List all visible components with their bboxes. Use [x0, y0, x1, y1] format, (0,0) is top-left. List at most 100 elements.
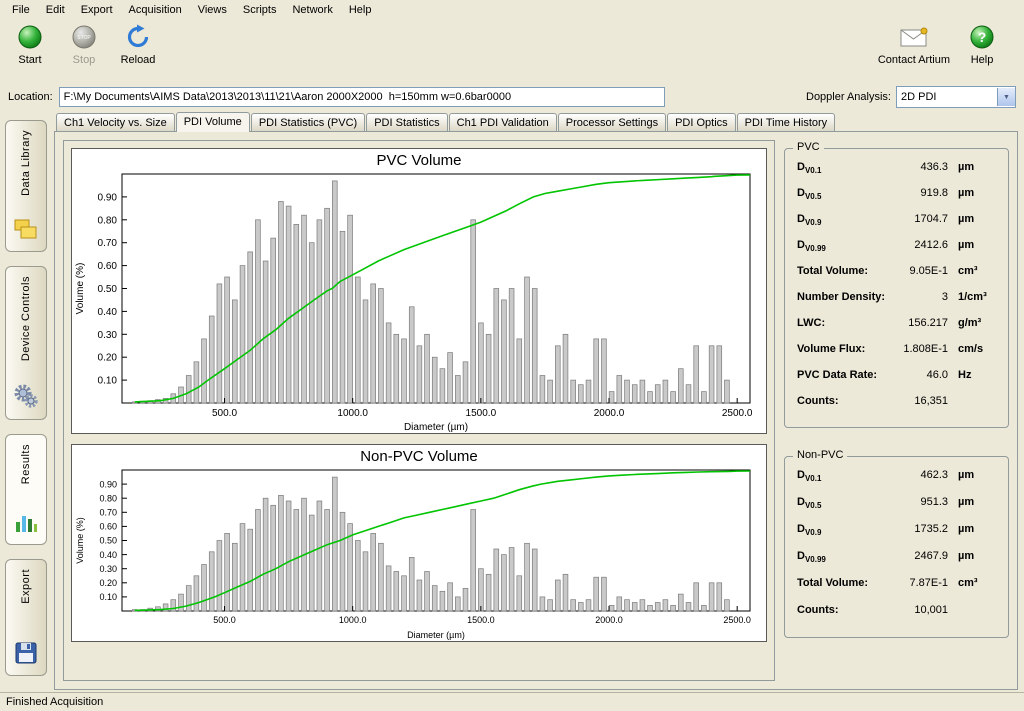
svg-text:Diameter (µm): Diameter (µm) — [407, 630, 465, 640]
stop-label: Stop — [73, 54, 96, 66]
main-area: Data Library Device Controls — [0, 110, 1024, 692]
tab-pdi-optics[interactable]: PDI Optics — [667, 113, 736, 131]
application-window: File Edit Export Acquisition Views Scrip… — [0, 0, 1024, 711]
stat-unit: cm/s — [958, 343, 998, 355]
doppler-analysis-select[interactable]: 2D PDI ▼ — [896, 86, 1016, 108]
svg-text:1000.0: 1000.0 — [337, 408, 368, 419]
location-input[interactable] — [59, 87, 665, 107]
stat-value: 1704.7 — [821, 213, 948, 225]
sidebar-item-label: Data Library — [20, 130, 32, 196]
stat-row-total-volume: Total Volume: 7.87E-1 cm³ — [797, 577, 998, 604]
stat-label: DV0.1 — [797, 161, 821, 175]
stat-value: 919.8 — [821, 187, 948, 199]
start-button[interactable]: Start — [8, 22, 52, 66]
stat-value: 156.217 — [825, 317, 948, 329]
svg-text:STOP: STOP — [77, 35, 91, 41]
stat-label: LWC: — [797, 317, 825, 331]
chevron-down-icon[interactable]: ▼ — [997, 88, 1015, 106]
sidebar-item-data-library[interactable]: Data Library — [5, 120, 47, 252]
stat-unit: cm³ — [958, 265, 998, 277]
stat-label: DV0.5 — [797, 496, 821, 510]
svg-text:0.70: 0.70 — [99, 507, 117, 517]
svg-text:0.40: 0.40 — [99, 550, 117, 560]
stat-row-dv05: DV0.5 951.3 µm — [797, 496, 998, 523]
stat-label: DV0.99 — [797, 550, 826, 564]
tab-pdi-time-history[interactable]: PDI Time History — [737, 113, 836, 131]
pvc-volume-chart-title: PVC Volume — [72, 149, 766, 169]
stat-unit: g/m³ — [958, 317, 998, 329]
svg-text:0.30: 0.30 — [98, 330, 118, 341]
stat-row-dv09: DV0.9 1704.7 µm — [797, 213, 998, 239]
tab-pdi-statistics[interactable]: PDI Statistics — [366, 113, 447, 131]
sidebar-item-device-controls[interactable]: Device Controls — [5, 266, 47, 420]
stat-row-number-density: Number Density: 3 1/cm³ — [797, 291, 998, 317]
tab-ch1-pdi-validation[interactable]: Ch1 PDI Validation — [449, 113, 557, 131]
stat-row-dv01: DV0.1 462.3 µm — [797, 469, 998, 496]
svg-text:0.70: 0.70 — [98, 238, 118, 249]
stop-icon: STOP — [71, 22, 97, 52]
stat-row-dv099: DV0.99 2467.9 µm — [797, 550, 998, 577]
menu-scripts[interactable]: Scripts — [235, 2, 285, 18]
stat-label: DV0.99 — [797, 239, 826, 253]
location-label: Location: — [8, 91, 53, 103]
statistics-panel: PVC DV0.1 436.3 µm DV0.5 919.8 µm DV — [784, 140, 1009, 681]
tab-pdi-volume[interactable]: PDI Volume — [176, 112, 250, 132]
svg-text:0.60: 0.60 — [99, 522, 117, 532]
svg-text:1500.0: 1500.0 — [467, 615, 495, 625]
menu-edit[interactable]: Edit — [38, 2, 73, 18]
svg-text:1000.0: 1000.0 — [339, 615, 367, 625]
menu-views[interactable]: Views — [190, 2, 235, 18]
menu-export[interactable]: Export — [73, 2, 121, 18]
stat-label: DV0.5 — [797, 187, 821, 201]
stat-label: DV0.9 — [797, 523, 821, 537]
non-pvc-volume-chart-box: Non-PVC Volume 0.100.200.300.400.500.600… — [71, 444, 767, 642]
stat-label: Counts: — [797, 395, 839, 409]
svg-text:1500.0: 1500.0 — [466, 408, 497, 419]
stat-value: 462.3 — [821, 469, 948, 481]
contact-artium-button[interactable]: Contact Artium — [878, 22, 950, 66]
svg-text:Volume (%): Volume (%) — [75, 263, 86, 315]
sidebar-item-results[interactable]: Results — [5, 434, 47, 545]
tab-ch1-velocity-vs-size[interactable]: Ch1 Velocity vs. Size — [56, 113, 175, 131]
reload-label: Reload — [121, 54, 156, 66]
menu-acquisition[interactable]: Acquisition — [121, 2, 190, 18]
svg-text:Volume (%): Volume (%) — [75, 517, 85, 564]
status-bar: Finished Acquisition — [0, 692, 1024, 711]
non-pvc-groupbox-caption: Non-PVC — [793, 449, 847, 461]
reload-icon — [125, 22, 151, 52]
svg-text:2000.0: 2000.0 — [595, 615, 623, 625]
pvc-stats-groupbox: PVC DV0.1 436.3 µm DV0.5 919.8 µm DV — [784, 148, 1009, 428]
stop-button[interactable]: STOP Stop — [62, 22, 106, 66]
tab-processor-settings[interactable]: Processor Settings — [558, 113, 666, 131]
svg-text:0.80: 0.80 — [98, 215, 118, 226]
menu-file[interactable]: File — [4, 2, 38, 18]
stat-label: Total Volume: — [797, 577, 868, 591]
bar-chart-icon — [14, 510, 38, 537]
svg-text:?: ? — [978, 29, 987, 45]
svg-text:Diameter (µm): Diameter (µm) — [404, 422, 468, 433]
toolbar: Start STOP Stop Reload — [0, 19, 1024, 84]
help-button[interactable]: ? Help — [960, 22, 1004, 66]
stat-value: 10,001 — [839, 604, 948, 616]
doppler-analysis-value: 2D PDI — [897, 91, 997, 103]
menu-network[interactable]: Network — [284, 2, 340, 18]
stat-unit: µm — [958, 161, 998, 173]
start-label: Start — [18, 54, 41, 66]
stat-label: Volume Flux: — [797, 343, 865, 357]
stat-value: 2412.6 — [826, 239, 948, 251]
svg-text:0.90: 0.90 — [98, 192, 118, 203]
pvc-groupbox-caption: PVC — [793, 141, 824, 153]
stat-row-dv05: DV0.5 919.8 µm — [797, 187, 998, 213]
tab-pdi-statistics-pvc[interactable]: PDI Statistics (PVC) — [251, 113, 365, 131]
stat-unit: µm — [958, 469, 998, 481]
side-tab-strip: Data Library Device Controls — [2, 112, 50, 690]
sidebar-item-label: Device Controls — [20, 276, 32, 361]
sidebar-item-export[interactable]: Export — [5, 559, 47, 676]
menu-bar: File Edit Export Acquisition Views Scrip… — [0, 0, 1024, 19]
stat-label: DV0.1 — [797, 469, 821, 483]
reload-button[interactable]: Reload — [116, 22, 160, 66]
sidebar-item-label: Export — [20, 569, 32, 604]
stat-value: 1735.2 — [821, 523, 948, 535]
menu-help[interactable]: Help — [341, 2, 380, 18]
stat-row-pvc-data-rate: PVC Data Rate: 46.0 Hz — [797, 369, 998, 395]
